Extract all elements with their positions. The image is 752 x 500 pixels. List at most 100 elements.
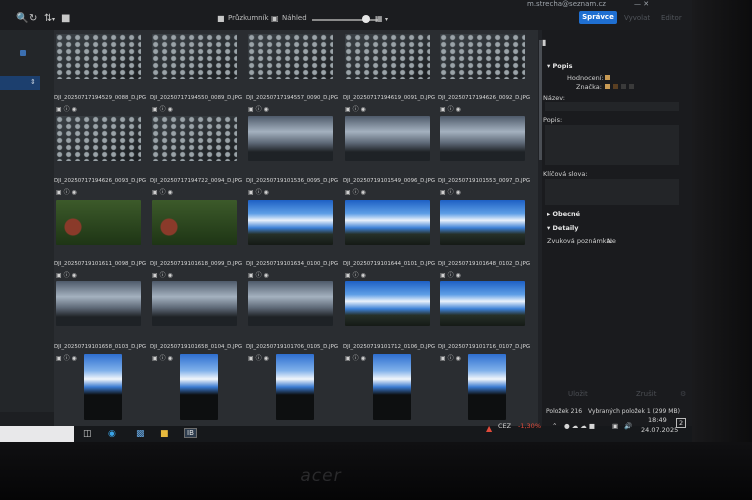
photo-status-icons[interactable]: ▣ ⓘ ◉	[152, 270, 173, 279]
panel-tab-icon[interactable]: ▮	[542, 38, 546, 47]
keywords-field[interactable]	[545, 179, 679, 205]
network-icon[interactable]: ▣	[612, 422, 618, 430]
photo-status-icons[interactable]: ▣ ⓘ ◉	[248, 270, 269, 279]
folder-tree-icon[interactable]	[20, 50, 26, 56]
photo-thumbnail[interactable]	[56, 200, 141, 245]
photo-thumbnail[interactable]	[248, 281, 333, 326]
photo-thumbnail[interactable]	[373, 354, 411, 420]
cancel-button[interactable]: Zrušit	[636, 390, 656, 398]
grid-view-icon[interactable]: ▦	[375, 14, 383, 23]
clock-time[interactable]: 18:49	[648, 416, 667, 424]
photo-status-icons[interactable]: ▣ ⓘ ◉	[248, 104, 269, 113]
photo-thumbnail[interactable]	[56, 116, 141, 161]
photo-status-icons[interactable]: ▣ ⓘ ◉	[56, 187, 77, 196]
photo-filename: DJI_20250717194626_0093_D.JPG	[54, 178, 147, 184]
name-field[interactable]	[545, 102, 679, 111]
photo-thumbnail[interactable]	[345, 34, 430, 79]
panel-section-general[interactable]: ▸ Obecné	[547, 210, 580, 218]
preview-button[interactable]: Náhled	[282, 14, 307, 22]
photo-thumbnail[interactable]	[345, 281, 430, 326]
photo-status-icons[interactable]: ▣ ⓘ ◉	[248, 353, 269, 362]
photo-thumbnail[interactable]	[180, 354, 218, 420]
photo-thumbnail[interactable]	[56, 281, 141, 326]
photo-thumbnail[interactable]	[440, 34, 525, 79]
explorer-button[interactable]: Průzkumník	[228, 14, 269, 22]
photo-thumbnail[interactable]	[345, 200, 430, 245]
photo-status-icons[interactable]: ▣ ⓘ ◉	[152, 353, 173, 362]
folder-sidebar: ⇕	[0, 30, 54, 412]
taskbar-search-box[interactable]	[0, 426, 74, 442]
terminal-icon[interactable]: ▩	[136, 429, 145, 439]
photo-status-icons[interactable]: ▣ ⓘ ◉	[345, 187, 366, 196]
photo-status-icons[interactable]: ▣ ⓘ ◉	[56, 353, 77, 362]
stock-name[interactable]: CEZ	[498, 422, 511, 430]
photo-thumbnail[interactable]	[248, 200, 333, 245]
photo-thumbnail[interactable]	[56, 34, 141, 79]
photo-status-icons[interactable]: ▣ ⓘ ◉	[56, 270, 77, 279]
chevron-down-icon[interactable]: ▾	[52, 16, 55, 23]
panel-section-details[interactable]: ▾ Detaily	[547, 224, 579, 232]
window-controls-icon[interactable]: — ✕	[634, 0, 649, 8]
photo-thumbnail[interactable]	[84, 354, 122, 420]
rating-value[interactable]	[602, 73, 610, 81]
panel-section-popis-label: Popis	[552, 62, 573, 70]
photo-filename: DJI_20250719101716_0107_D.JPG	[438, 344, 531, 350]
photo-status-icons[interactable]: ▣ ⓘ ◉	[152, 104, 173, 113]
screen: 🔍 ↻ ⇅ ▾ ■ ■ Průzkumník ▣ Náhled ▦ ▾ m.st…	[0, 0, 695, 442]
photo-thumbnail[interactable]	[276, 354, 314, 420]
photo-app-taskbar-icon[interactable]: IB	[184, 428, 197, 438]
photo-status-icons[interactable]: ▣ ⓘ ◉	[345, 353, 366, 362]
photo-status-icons[interactable]: ▣ ⓘ ◉	[345, 104, 366, 113]
user-account[interactable]: m.strecha@seznam.cz	[527, 0, 606, 8]
name-label: Název:	[543, 94, 565, 102]
folder-expand-icon[interactable]: ⇕	[30, 78, 36, 86]
photo-thumbnail[interactable]	[440, 116, 525, 161]
photo-status-icons[interactable]: ▣ ⓘ ◉	[440, 270, 461, 279]
photo-status-icons[interactable]: ▣ ⓘ ◉	[440, 353, 461, 362]
edge-browser-icon[interactable]: ◉	[108, 429, 116, 439]
photo-thumbnail[interactable]	[152, 200, 237, 245]
tag-value[interactable]	[602, 82, 634, 90]
tray-app-icons[interactable]: ● ☁ ☁ ■	[564, 422, 595, 430]
photo-status-icons[interactable]: ▣ ⓘ ◉	[345, 270, 366, 279]
photo-thumbnail[interactable]	[345, 116, 430, 161]
editor-button[interactable]: Editor	[661, 14, 682, 22]
preview-icon: ▣	[271, 14, 279, 23]
photo-thumbnail[interactable]	[248, 116, 333, 161]
folder-icon[interactable]: ■	[61, 13, 70, 24]
refresh-icon[interactable]: ↻	[29, 13, 37, 24]
photo-thumbnail[interactable]	[152, 281, 237, 326]
photo-status-icons[interactable]: ▣ ⓘ ◉	[248, 187, 269, 196]
save-button[interactable]: Uložit	[568, 390, 588, 398]
search-icon[interactable]: 🔍	[16, 13, 28, 24]
photo-thumbnail[interactable]	[440, 281, 525, 326]
task-view-icon[interactable]: ◫	[83, 429, 92, 439]
stock-change[interactable]: -1,30%	[518, 422, 541, 430]
photo-filename: DJI_20250719101648_0102_D.JPG	[438, 261, 531, 267]
grid-view-chevron-icon[interactable]: ▾	[385, 16, 388, 23]
photo-filename: DJI_20250717194626_0092_D.JPG	[438, 95, 531, 101]
description-field[interactable]	[545, 125, 679, 165]
volume-icon[interactable]: 🔊	[624, 422, 632, 430]
photo-thumbnail[interactable]	[468, 354, 506, 420]
photo-filename: DJI_20250717194619_0091_D.JPG	[343, 95, 436, 101]
zoom-slider-handle[interactable]	[362, 15, 370, 23]
settings-gear-icon[interactable]: ⚙	[680, 390, 686, 398]
photo-status-icons[interactable]: ▣ ⓘ ◉	[440, 104, 461, 113]
panel-section-general-label: Obecné	[552, 210, 581, 218]
photo-thumbnail[interactable]	[152, 34, 237, 79]
tray-chevron-icon[interactable]: ⌃	[552, 422, 557, 430]
photo-status-icons[interactable]: ▣ ⓘ ◉	[152, 187, 173, 196]
notification-badge[interactable]: 2	[676, 418, 687, 428]
photo-status-icons[interactable]: ▣ ⓘ ◉	[56, 104, 77, 113]
photo-thumbnail[interactable]	[152, 116, 237, 161]
panel-section-popis[interactable]: ▾ Popis	[547, 62, 573, 70]
clock-date[interactable]: 24.07.2025	[641, 426, 678, 434]
develop-button[interactable]: Vyvolat	[624, 14, 650, 22]
photo-thumbnail[interactable]	[440, 200, 525, 245]
status-bar: Položek 216 Vybraných položek 1 (299 MB)	[542, 406, 695, 418]
manager-button[interactable]: Správce	[579, 11, 617, 24]
photo-thumbnail[interactable]	[248, 34, 333, 79]
photo-status-icons[interactable]: ▣ ⓘ ◉	[440, 187, 461, 196]
file-explorer-icon[interactable]: ■	[160, 429, 169, 439]
